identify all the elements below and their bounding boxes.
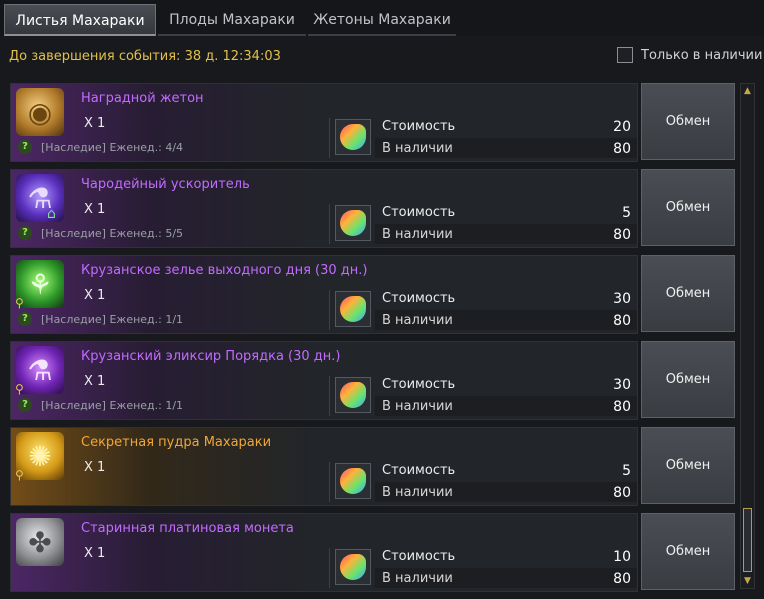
tab-maharaka-tokens[interactable]: Жетоны Махараки bbox=[308, 4, 456, 36]
tab-maharaka-fruits[interactable]: Плоды Махараки bbox=[158, 4, 306, 36]
cost-value: 30 bbox=[613, 291, 631, 307]
weekly-limit: [Наследие] Еженед.: 1/1 bbox=[41, 313, 184, 326]
exchange-button[interactable]: Обмен bbox=[641, 83, 735, 160]
item-name: Секретная пудра Махараки bbox=[81, 435, 272, 450]
item-quantity: X 1 bbox=[84, 288, 106, 303]
exchange-button[interactable]: Обмен bbox=[641, 427, 735, 504]
in-stock-checkbox[interactable] bbox=[617, 47, 633, 63]
stock-label: В наличии bbox=[382, 313, 453, 328]
maharaka-leaf-icon bbox=[335, 291, 371, 327]
item-quantity: X 1 bbox=[84, 374, 106, 389]
item-panel: ✺ ⚲ Секретная пудра Махараки X 1 Стоимос… bbox=[10, 427, 638, 506]
item-panel: ✤ Старинная платиновая монета X 1 Стоимо… bbox=[10, 513, 638, 592]
timer-seal-icon: ⚲ bbox=[15, 296, 24, 310]
scrollbar[interactable]: ▲ ▼ bbox=[740, 83, 755, 589]
list-item: ◉ Наградной жетон X 1 ? [Наследие] Ежене… bbox=[10, 83, 735, 163]
item-name: Чародейный ускоритель bbox=[81, 177, 250, 192]
stock-label: В наличии bbox=[382, 571, 453, 586]
weekly-limit: [Наследие] Еженед.: 5/5 bbox=[41, 227, 184, 240]
cost-label: Стоимость bbox=[382, 463, 456, 478]
timer-seal-icon: ⚲ bbox=[15, 468, 24, 482]
weekly-limit: [Наследие] Еженед.: 1/1 bbox=[41, 399, 184, 412]
item-name: Старинная платиновая монета bbox=[81, 521, 294, 536]
timer-seal-icon: ⚲ bbox=[15, 382, 24, 396]
item-name: Крузанское зелье выходного дня (30 дн.) bbox=[81, 263, 368, 278]
item-quantity: X 1 bbox=[84, 202, 106, 217]
tab-bar: Листья Махараки Плоды Махараки Жетоны Ма… bbox=[0, 0, 764, 36]
cost-label: Стоимость bbox=[382, 205, 456, 220]
weekly-limit: [Наследие] Еженед.: 4/4 bbox=[41, 141, 184, 154]
item-quantity: X 1 bbox=[84, 116, 106, 131]
exchange-button[interactable]: Обмен bbox=[641, 169, 735, 246]
item-quantity: X 1 bbox=[84, 460, 106, 475]
scroll-up-arrow-icon[interactable]: ▲ bbox=[742, 85, 753, 97]
divider bbox=[329, 462, 330, 502]
divider bbox=[329, 376, 330, 416]
maharaka-leaf-icon bbox=[335, 549, 371, 585]
question-icon[interactable]: ? bbox=[18, 398, 32, 412]
stock-label: В наличии bbox=[382, 399, 453, 414]
question-icon[interactable]: ? bbox=[18, 312, 32, 326]
item-quantity: X 1 bbox=[84, 546, 106, 561]
stock-value: 80 bbox=[613, 227, 631, 243]
tab-maharaka-leaves[interactable]: Листья Махараки bbox=[4, 4, 156, 36]
maharaka-leaf-icon bbox=[335, 119, 371, 155]
platinum-coin-icon[interactable]: ✤ bbox=[16, 518, 64, 566]
event-timer: До завершения события: 38 д. 12:34:03 bbox=[9, 49, 281, 64]
list-item: ⚘ ⚲ Крузанское зелье выходного дня (30 д… bbox=[10, 255, 735, 335]
cost-label: Стоимость bbox=[382, 291, 456, 306]
cost-value: 10 bbox=[613, 549, 631, 565]
house-icon: ⌂ bbox=[47, 206, 56, 222]
reward-token-icon[interactable]: ◉ bbox=[16, 88, 64, 136]
stock-label: В наличии bbox=[382, 141, 453, 156]
item-name: Наградной жетон bbox=[81, 91, 204, 106]
exchange-list: ◉ Наградной жетон X 1 ? [Наследие] Ежене… bbox=[10, 83, 735, 599]
divider bbox=[329, 204, 330, 244]
list-item: ✺ ⚲ Секретная пудра Махараки X 1 Стоимос… bbox=[10, 427, 735, 507]
exchange-button[interactable]: Обмен bbox=[641, 513, 735, 590]
cost-value: 20 bbox=[613, 119, 631, 135]
exchange-button[interactable]: Обмен bbox=[641, 255, 735, 332]
item-name: Крузанский эликсир Порядка (30 дн.) bbox=[81, 349, 341, 364]
cost-label: Стоимость bbox=[382, 377, 456, 392]
stock-value: 80 bbox=[613, 141, 631, 157]
stock-value: 80 bbox=[613, 313, 631, 329]
list-item: ⚗ ⚲ Крузанский эликсир Порядка (30 дн.) … bbox=[10, 341, 735, 421]
stock-value: 80 bbox=[613, 571, 631, 587]
question-icon[interactable]: ? bbox=[18, 140, 32, 154]
divider bbox=[329, 118, 330, 158]
item-panel: ⚘ ⚲ Крузанское зелье выходного дня (30 д… bbox=[10, 255, 638, 334]
stock-value: 80 bbox=[613, 399, 631, 415]
scroll-down-arrow-icon[interactable]: ▼ bbox=[742, 575, 753, 587]
maharaka-leaf-icon bbox=[335, 205, 371, 241]
maharaka-leaf-icon bbox=[335, 463, 371, 499]
item-panel: ◉ Наградной жетон X 1 ? [Наследие] Ежене… bbox=[10, 83, 638, 162]
stock-value: 80 bbox=[613, 485, 631, 501]
exchange-button[interactable]: Обмен bbox=[641, 341, 735, 418]
scroll-thumb[interactable] bbox=[743, 508, 752, 572]
maharaka-leaf-icon bbox=[335, 377, 371, 413]
divider bbox=[329, 548, 330, 588]
cost-label: Стоимость bbox=[382, 549, 456, 564]
cost-label: Стоимость bbox=[382, 119, 456, 134]
stock-label: В наличии bbox=[382, 485, 453, 500]
item-panel: ⚗ ⌂ Чародейный ускоритель X 1 ? [Наследи… bbox=[10, 169, 638, 248]
item-panel: ⚗ ⚲ Крузанский эликсир Порядка (30 дн.) … bbox=[10, 341, 638, 420]
divider bbox=[329, 290, 330, 330]
stock-label: В наличии bbox=[382, 227, 453, 242]
in-stock-filter[interactable]: Только в наличии bbox=[617, 47, 762, 63]
cost-value: 5 bbox=[622, 463, 631, 479]
enchant-accelerator-icon[interactable]: ⚗ bbox=[16, 174, 64, 222]
list-item: ✤ Старинная платиновая монета X 1 Стоимо… bbox=[10, 513, 735, 593]
question-icon[interactable]: ? bbox=[18, 226, 32, 240]
list-item: ⚗ ⌂ Чародейный ускоритель X 1 ? [Наследи… bbox=[10, 169, 735, 249]
cost-value: 5 bbox=[622, 205, 631, 221]
in-stock-label: Только в наличии bbox=[641, 47, 763, 63]
cost-value: 30 bbox=[613, 377, 631, 393]
